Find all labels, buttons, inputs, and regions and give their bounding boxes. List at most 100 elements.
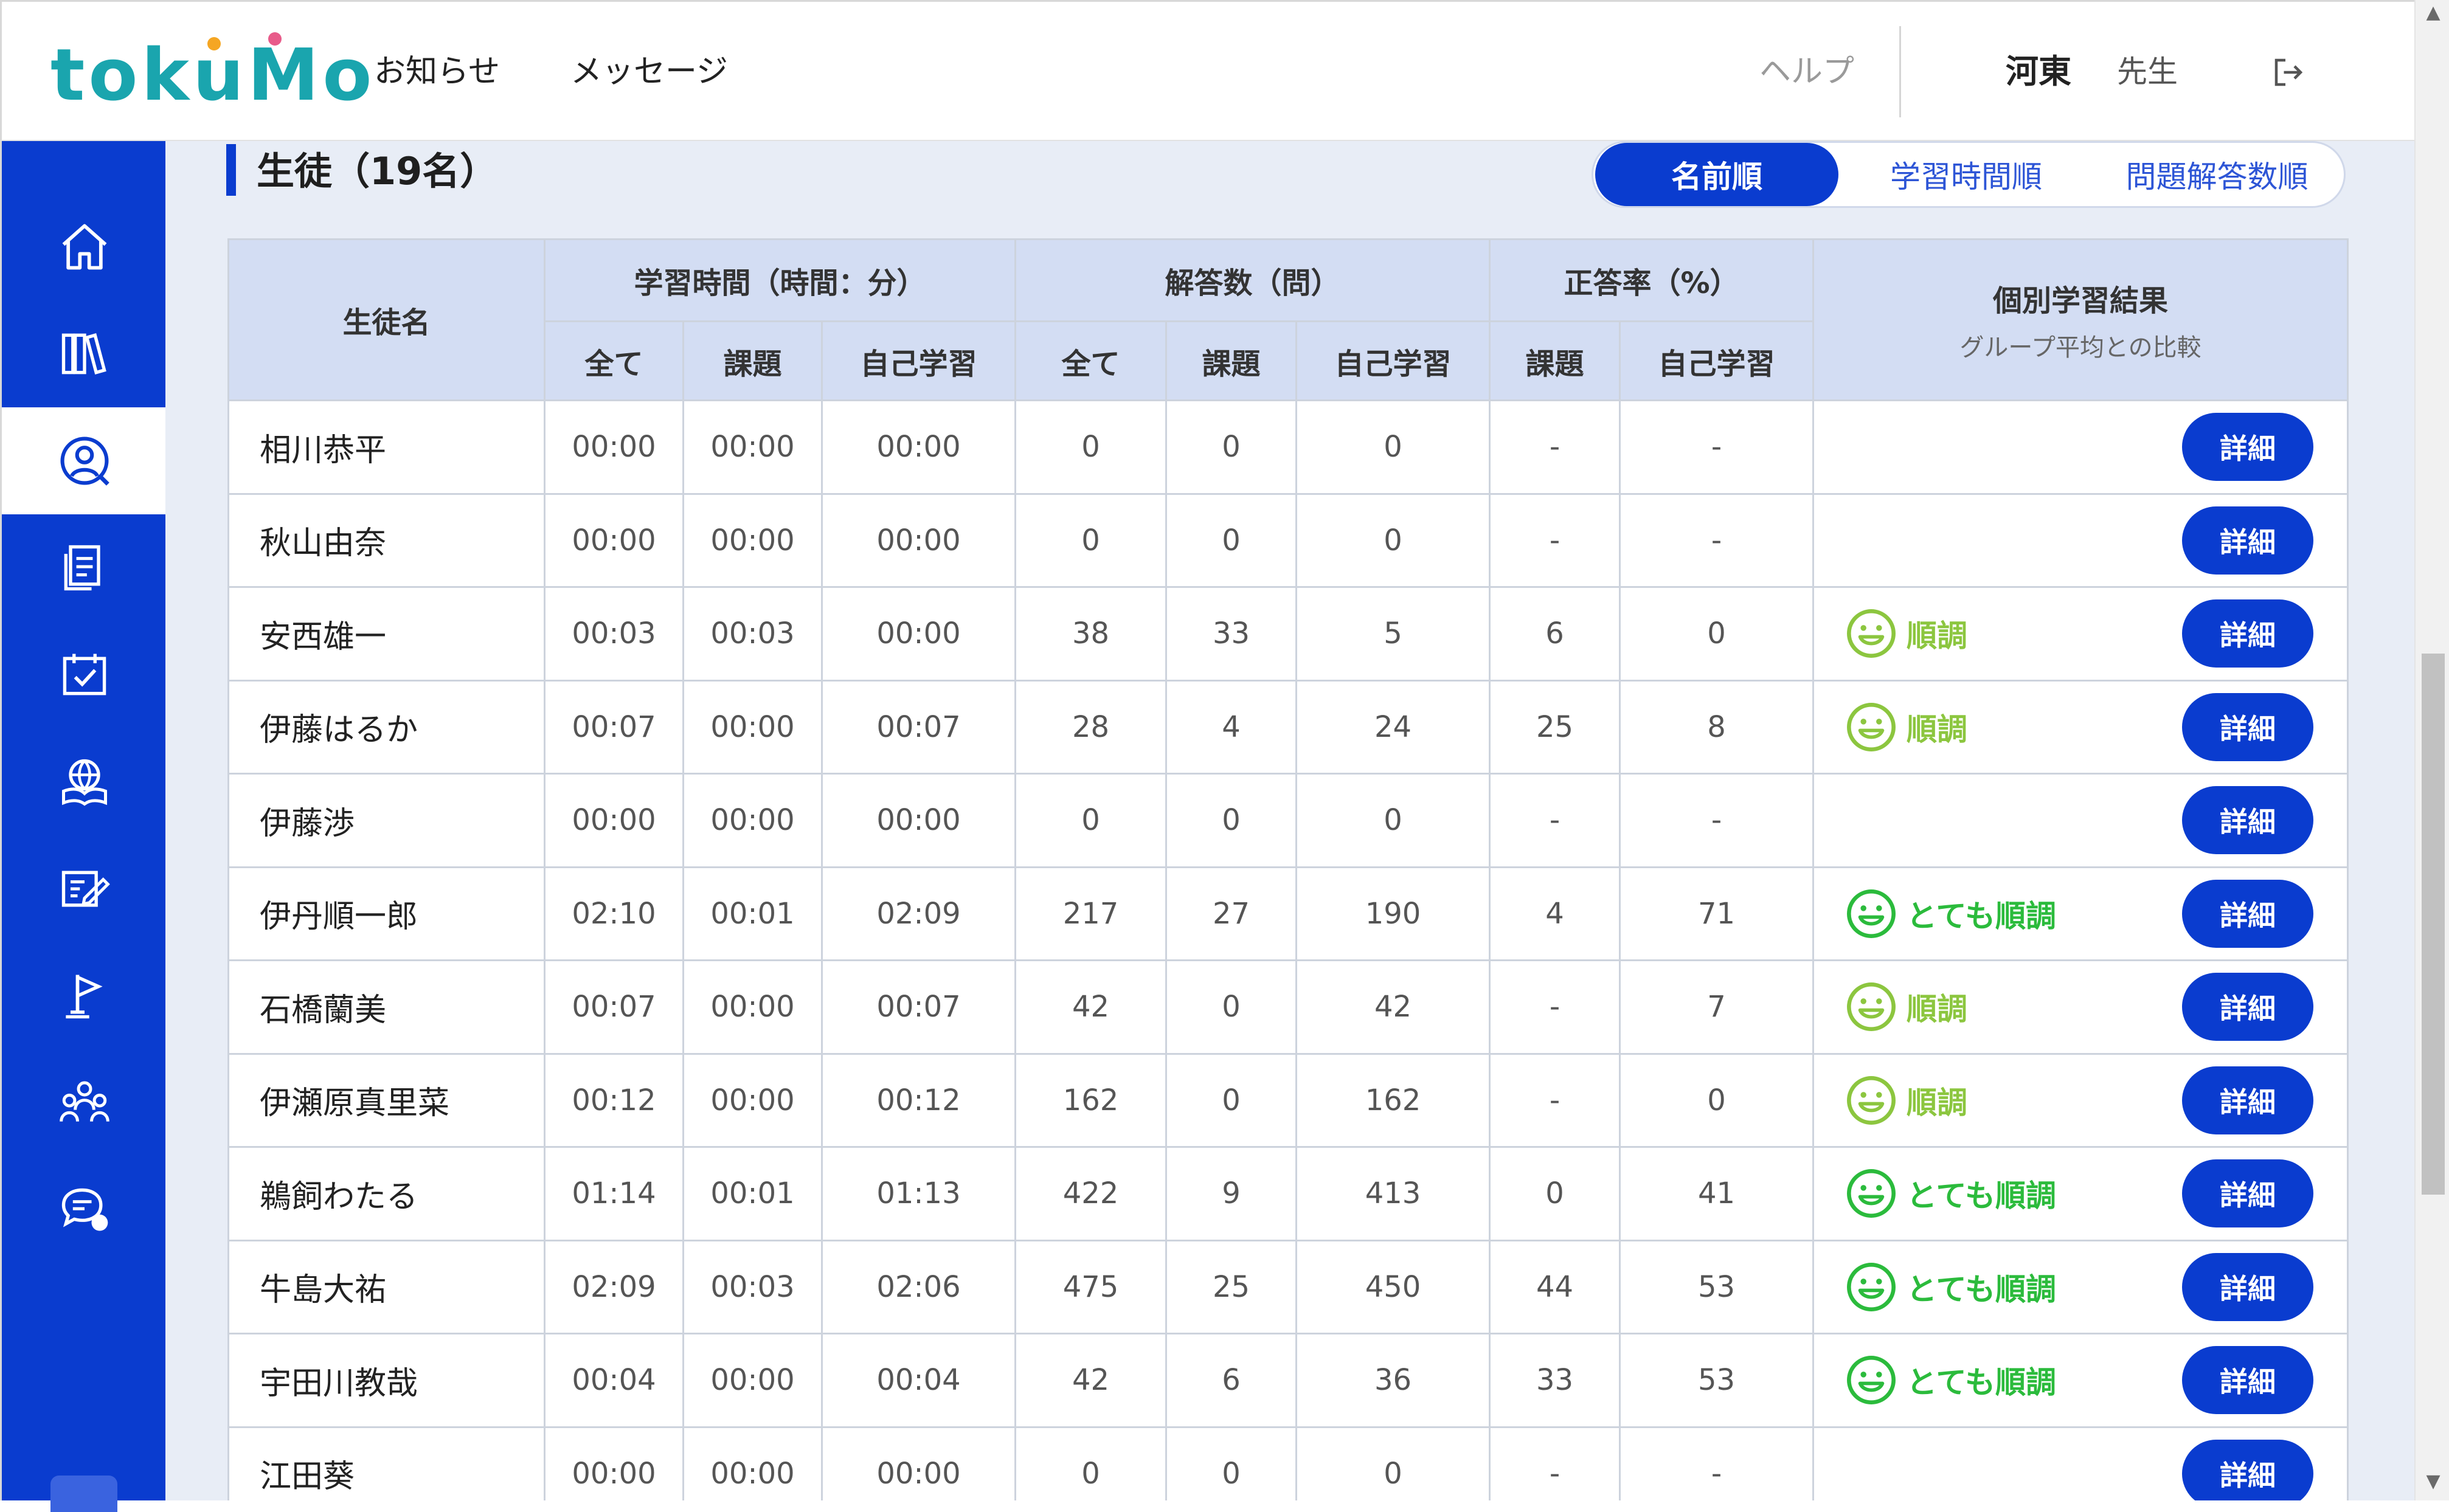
answers-task-cell: 6 bbox=[1165, 1333, 1298, 1428]
scroll-up-arrow-icon[interactable]: ▲ bbox=[2423, 2, 2444, 23]
col-header-time-task: 課題 bbox=[682, 320, 823, 401]
answers-self-cell: 0 bbox=[1295, 773, 1491, 868]
student-name-cell: 牛島大祐 bbox=[227, 1239, 546, 1334]
nav-messages-link[interactable]: メッセージ bbox=[570, 50, 728, 93]
detail-button[interactable]: 詳細 bbox=[2182, 692, 2314, 761]
col-header-student-name: 生徒名 bbox=[227, 238, 546, 401]
sidebar-item-goals[interactable] bbox=[2, 942, 167, 1049]
scroll-down-arrow-icon[interactable]: ▼ bbox=[2423, 1471, 2444, 1492]
table-row: 伊瀬原真里菜 00:12 00:00 00:12 162 0 162-0 順調 詳細 bbox=[227, 1052, 2349, 1148]
table-row: 安西雄一 00:03 00:03 00:00 38 33 5 6 0 順調 詳細 bbox=[227, 586, 2349, 682]
answers-all-cell: 0 bbox=[1014, 492, 1168, 588]
time-task-cell: 00:01 bbox=[682, 866, 823, 961]
smiley-face-icon bbox=[1847, 609, 1896, 658]
individual-result-cell: 詳細 bbox=[1812, 399, 2349, 495]
smiley-face-icon bbox=[1847, 982, 1896, 1032]
result-status: 順調 bbox=[1845, 961, 1967, 1053]
sidebar-item-groups[interactable] bbox=[2, 1049, 167, 1156]
time-task-cell: 00:00 bbox=[682, 1426, 823, 1500]
detail-button[interactable]: 詳細 bbox=[2182, 1346, 2314, 1415]
detail-button[interactable]: 詳細 bbox=[2182, 879, 2314, 948]
sort-by-name-button[interactable]: 名前順 bbox=[1595, 143, 1838, 206]
time-task-cell: 00:00 bbox=[682, 399, 823, 495]
answers-all-cell: 217 bbox=[1014, 866, 1168, 961]
header-divider bbox=[1899, 26, 1901, 117]
answers-task-cell: 0 bbox=[1165, 959, 1298, 1055]
sidebar-collapse-tab[interactable] bbox=[50, 1476, 117, 1512]
result-header-subtitle: グループ平均との比較 bbox=[1959, 334, 2201, 362]
student-name-cell: 安西雄一 bbox=[227, 586, 546, 682]
time-self-cell: 00:04 bbox=[820, 1333, 1017, 1428]
detail-button[interactable]: 詳細 bbox=[2182, 973, 2314, 1041]
rate-task-cell: - bbox=[1489, 399, 1621, 495]
worksheet-icon bbox=[64, 545, 100, 591]
scroll-thumb[interactable] bbox=[2422, 654, 2445, 1195]
sort-toggle-group: 名前順 学習時間順 問題解答数順 bbox=[1592, 141, 2346, 208]
section-accent-bar bbox=[226, 144, 236, 196]
sort-by-answer-count-button[interactable]: 問題解答数順 bbox=[2091, 143, 2343, 206]
detail-button[interactable]: 詳細 bbox=[2182, 599, 2314, 668]
user-role: 先生 bbox=[2117, 54, 2178, 89]
answers-all-cell: 162 bbox=[1014, 1052, 1168, 1148]
home-icon bbox=[62, 224, 107, 270]
answers-task-cell: 27 bbox=[1165, 866, 1298, 961]
sidebar-item-schedule[interactable] bbox=[2, 621, 167, 728]
time-self-cell: 02:06 bbox=[820, 1239, 1017, 1334]
globe-book-icon bbox=[62, 759, 107, 806]
sidebar-item-edit[interactable] bbox=[2, 835, 167, 942]
sidebar-item-students[interactable] bbox=[2, 407, 167, 514]
table-row: 伊丹順一郎 02:10 00:01 02:09 217 27 190 4 71 とても順調 詳細 bbox=[227, 866, 2349, 961]
individual-result-cell: 順調 詳細 bbox=[1812, 679, 2349, 775]
student-name-cell: 相川恭平 bbox=[227, 399, 546, 495]
col-header-rate-task: 課題 bbox=[1489, 320, 1621, 401]
detail-button[interactable]: 詳細 bbox=[2182, 506, 2314, 575]
result-status-label: とても順調 bbox=[1907, 1365, 2057, 1401]
vertical-scrollbar[interactable]: ▲ ▼ bbox=[2414, 0, 2449, 1500]
help-link[interactable]: ヘルプ bbox=[1759, 50, 1854, 93]
individual-result-cell: 順調 詳細 bbox=[1812, 959, 2349, 1055]
table-row: 江田葵 00:00 00:00 00:00 0 0 0- - 詳細 bbox=[227, 1426, 2349, 1500]
answers-all-cell: 42 bbox=[1014, 959, 1168, 1055]
time-all-cell: 00:07 bbox=[544, 679, 684, 775]
answers-all-cell: 422 bbox=[1014, 1146, 1168, 1241]
tokumo-logo[interactable]: tokuMo bbox=[50, 32, 372, 117]
sidebar-item-global[interactable] bbox=[2, 728, 167, 835]
time-self-cell: 00:00 bbox=[820, 773, 1017, 868]
answers-task-cell: 9 bbox=[1165, 1146, 1298, 1241]
detail-button[interactable]: 詳細 bbox=[2182, 1439, 2314, 1500]
time-self-cell: 00:00 bbox=[820, 492, 1017, 588]
detail-button[interactable]: 詳細 bbox=[2182, 1159, 2314, 1228]
result-status: 順調 bbox=[1845, 1055, 1967, 1147]
rate-self-cell: 53 bbox=[1619, 1333, 1815, 1428]
time-task-cell: 00:00 bbox=[682, 492, 823, 588]
time-task-cell: 00:00 bbox=[682, 1333, 823, 1428]
student-name-cell: 江田葵 bbox=[227, 1426, 546, 1500]
result-status: とても順調 bbox=[1845, 1148, 2056, 1240]
top-header: tokuMo お知らせ メッセージ ヘルプ 河東 先生 bbox=[0, 0, 2414, 141]
time-all-cell: 00:00 bbox=[544, 399, 684, 495]
sidebar-item-books[interactable] bbox=[2, 300, 167, 407]
detail-button[interactable]: 詳細 bbox=[2182, 786, 2314, 855]
sidebar-item-worksheets[interactable] bbox=[2, 514, 167, 621]
detail-button[interactable]: 詳細 bbox=[2182, 1066, 2314, 1134]
rate-self-cell: - bbox=[1619, 492, 1815, 588]
sort-by-study-time-button[interactable]: 学習時間順 bbox=[1841, 143, 2091, 206]
rate-task-cell: - bbox=[1489, 1052, 1621, 1148]
time-self-cell: 00:00 bbox=[820, 399, 1017, 495]
student-name-cell: 伊藤渉 bbox=[227, 773, 546, 868]
rate-task-cell: - bbox=[1489, 1426, 1621, 1500]
logout-icon[interactable] bbox=[2270, 54, 2307, 91]
individual-result-cell: とても順調 詳細 bbox=[1812, 1146, 2349, 1241]
detail-button[interactable]: 詳細 bbox=[2182, 1252, 2314, 1321]
student-name-cell: 伊藤はるか bbox=[227, 679, 546, 775]
sidebar-item-chat[interactable] bbox=[2, 1156, 167, 1263]
user-name: 河東 bbox=[2006, 52, 2071, 91]
student-name-cell: 秋山由奈 bbox=[227, 492, 546, 588]
col-header-answers-task: 課題 bbox=[1165, 320, 1298, 401]
time-all-cell: 00:07 bbox=[544, 959, 684, 1055]
rate-self-cell: 0 bbox=[1619, 1052, 1815, 1148]
nav-news-link[interactable]: お知らせ bbox=[374, 50, 500, 93]
time-all-cell: 02:09 bbox=[544, 1239, 684, 1334]
sidebar-item-home[interactable] bbox=[2, 193, 167, 300]
detail-button[interactable]: 詳細 bbox=[2182, 413, 2314, 482]
